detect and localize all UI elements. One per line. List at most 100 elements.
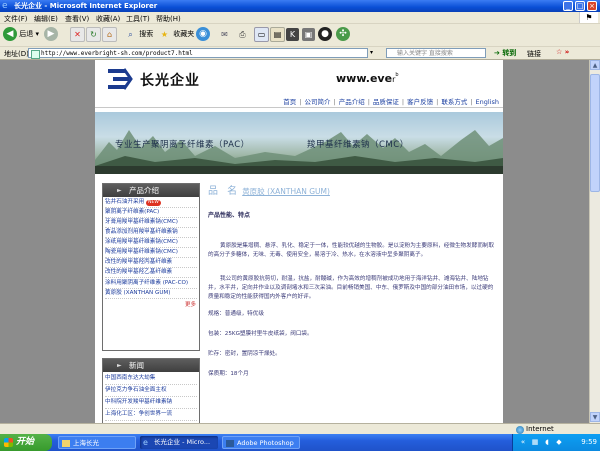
tray-volume-icon[interactable]: ◖ <box>543 438 551 446</box>
menu-edit[interactable]: 编辑(E) <box>34 14 58 24</box>
address-label: 地址(D) <box>4 50 29 58</box>
menu-file[interactable]: 文件(F) <box>4 14 28 24</box>
nav-about[interactable]: 公司简介 <box>305 98 331 106</box>
menu-help[interactable]: 帮助(H) <box>156 14 181 24</box>
favorites-button[interactable]: ★ 收藏夹 <box>158 27 194 42</box>
network-button[interactable]: ✣ <box>336 27 350 42</box>
scroll-thumb[interactable] <box>590 74 600 192</box>
new-badge: NEW <box>146 200 161 206</box>
scroll-up-icon[interactable]: ▲ <box>590 60 600 70</box>
site-nav: 首页 | 公司简介 | 产品介绍 | 品质保证 | 客户反馈 | 联系方式 | English <box>283 98 499 106</box>
product-link[interactable]: 牙膏用羧甲基纤维素钠(CMC) <box>105 218 197 228</box>
product-link[interactable]: 食品添加剂用羧甲基纤维素钠 <box>105 228 197 238</box>
home-button[interactable]: ⌂ <box>102 27 117 42</box>
product-link[interactable]: 改性的羧甲基羟乙基纤维素 <box>105 268 197 278</box>
window-title: 长光企业 - Microsoft Internet Explorer <box>14 2 158 10</box>
edit-icon: ▭ <box>254 27 269 42</box>
banner-text-cmc: 羧甲基纤维素钠（CMC） <box>307 140 409 150</box>
brand-name: 长光企业 <box>140 73 200 89</box>
scroll-down-icon[interactable]: ▼ <box>590 412 600 422</box>
tray-arrow-icon[interactable]: « <box>519 438 527 446</box>
toolbar-extension-icon[interactable]: ☆ » <box>556 48 569 56</box>
product-link[interactable]: 改性的羧甲基羟丙基纤维素 <box>105 258 197 268</box>
product-link[interactable]: 钻井石油开采用 NEW <box>105 198 197 208</box>
stop-icon: ✕ <box>70 27 85 42</box>
search-button[interactable]: ⌕ 搜索 <box>124 27 153 42</box>
product-list: 钻井石油开采用 NEW 聚阴离子纤维素(PAC) 牙膏用羧甲基纤维素钠(CMC) … <box>103 197 199 299</box>
product-link[interactable]: 黄原胶 (XANTHAN GUM) <box>105 289 197 299</box>
taskbar-item-folder[interactable]: 上海长光 <box>58 436 136 449</box>
window-title-bar[interactable]: e 长光企业 - Microsoft Internet Explorer _ □… <box>0 0 600 12</box>
product-spec: 规格：普通级，特优级 <box>208 311 264 317</box>
products-box-header: ► 产品介绍 <box>103 184 199 197</box>
product-subtitle: 黄原胶 (XANTHAN GUM) <box>242 187 330 196</box>
product-link[interactable]: 涂料用聚阴离子纤维素 (PAC-CO) <box>105 278 197 289</box>
address-input[interactable]: http://www.everbright-sh.com/product7.ht… <box>28 48 368 59</box>
back-button[interactable]: ◀ 后退 ▾ <box>3 27 39 42</box>
arrow-icon: ► <box>117 362 122 369</box>
product-link[interactable]: 陶瓷用羧甲基纤维素钠(CMC) <box>105 248 197 258</box>
qq-button[interactable]: ● <box>318 27 332 42</box>
close-button[interactable]: × <box>587 1 597 11</box>
mail-button[interactable]: ✉ <box>218 27 231 42</box>
stop-button[interactable]: ✕ <box>70 27 85 42</box>
news-list: 中国西南东达大劫集 伊拉克力争石油全面主权 中科院开发羧甲基纤维素钠 上海化工区… <box>103 372 199 422</box>
vertical-scrollbar[interactable]: ▲ ▼ <box>589 60 600 423</box>
keyword-search-input[interactable]: 输入关键字 直接搜索 <box>386 48 486 58</box>
folder-icon <box>62 440 70 447</box>
news-box: ► 新闻 中国西南东达大劫集 伊拉克力争石油全面主权 中科院开发羧甲基纤维素钠 … <box>102 358 200 423</box>
address-dropdown[interactable]: ▾ <box>370 49 373 56</box>
menu-favorites[interactable]: 收藏(A) <box>96 14 120 24</box>
nav-products[interactable]: 产品介绍 <box>339 98 365 106</box>
media-icon: ◉ <box>196 27 210 41</box>
nav-english[interactable]: English <box>476 98 499 106</box>
refresh-button[interactable]: ↻ <box>86 27 101 42</box>
penguin-icon: ● <box>318 27 332 41</box>
star-icon: ★ <box>160 29 169 39</box>
edit-button[interactable]: ▭ <box>254 27 269 42</box>
refresh-icon: ↻ <box>86 27 101 42</box>
menu-tools[interactable]: 工具(T) <box>126 14 150 24</box>
go-button[interactable]: ➔ 转到 <box>494 48 516 58</box>
globe-icon <box>516 426 524 434</box>
news-link[interactable]: 上海化工区：争创世界一流 <box>105 409 197 421</box>
more-link[interactable]: 更多 <box>103 299 199 310</box>
maximize-button[interactable]: □ <box>575 1 585 11</box>
back-arrow-icon: ◀ <box>3 27 17 41</box>
taskbar-item-photoshop[interactable]: Adobe Photoshop <box>222 436 300 449</box>
product-link[interactable]: 聚阴离子纤维素(PAC) <box>105 208 197 218</box>
product-description: 黄原胶是集增稠、悬浮、乳化、稳定于一体，性能较优越的生物胶。是以淀粉为主要原料，… <box>208 243 495 258</box>
nav-contact[interactable]: 联系方式 <box>441 98 467 106</box>
toolbar: ◀ 后退 ▾ ▶ ✕ ↻ ⌂ ⌕ 搜索 ★ 收藏夹 ◉ ✉ ⎙ ▭ ▤ K ▣ … <box>0 24 600 47</box>
k-icon: K <box>286 27 299 41</box>
media-button[interactable]: ◉ <box>196 27 210 42</box>
discuss-button[interactable]: ▤ <box>270 27 285 42</box>
minimize-button[interactable]: _ <box>563 1 573 11</box>
home-icon: ⌂ <box>102 27 117 42</box>
print-button[interactable]: ⎙ <box>236 27 249 42</box>
search-icon: ⌕ <box>128 29 133 39</box>
start-button[interactable]: 开始 <box>0 434 52 451</box>
menu-view[interactable]: 查看(V) <box>65 14 89 24</box>
tray-network-icon[interactable]: ▦ <box>531 438 539 446</box>
news-link[interactable]: 伊拉克力争石油全面主权 <box>105 385 197 397</box>
product-title: 品 名黄原胶 (XANTHAN GUM) <box>208 186 330 197</box>
addon-button[interactable]: ▣ <box>302 27 315 42</box>
messenger-button[interactable]: K <box>286 27 299 42</box>
mail-icon: ✉ <box>221 29 228 39</box>
news-link[interactable]: 中科院开发羧甲基纤维素钠 <box>105 397 197 409</box>
news-link[interactable]: 中国西南东达大劫集 <box>105 373 197 385</box>
nav-feedback[interactable]: 客户反馈 <box>407 98 433 106</box>
menu-bar: 文件(F) 编辑(E) 查看(V) 收藏(A) 工具(T) 帮助(H) ⚑ <box>0 12 600 24</box>
security-zone: Internet <box>526 425 554 433</box>
clock: 9:59 <box>581 438 597 446</box>
network-icon: ✣ <box>336 27 350 41</box>
tray-app-icon[interactable]: ◆ <box>555 438 563 446</box>
forward-button[interactable]: ▶ <box>44 27 58 42</box>
links-button[interactable]: 链接 <box>527 49 541 59</box>
taskbar-item-ie[interactable]: e 长光企业 - Micro... <box>140 436 218 449</box>
page-icon <box>31 50 40 59</box>
nav-quality[interactable]: 品质保证 <box>373 98 399 106</box>
nav-home[interactable]: 首页 <box>283 98 296 106</box>
product-link[interactable]: 涂纸用羧甲基纤维素钠(CMC) <box>105 238 197 248</box>
